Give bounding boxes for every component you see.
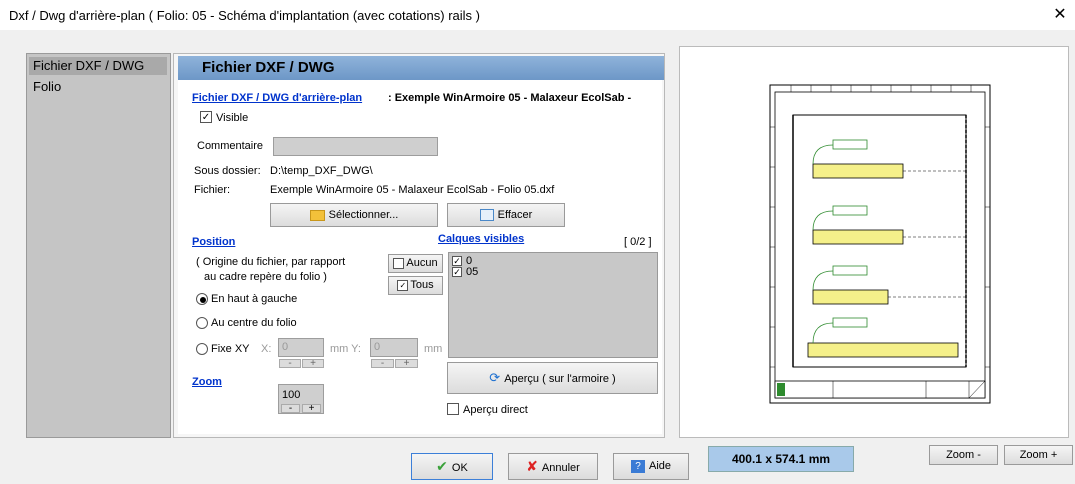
layers-count: [ 0/2 ] (624, 236, 652, 248)
layer-05-checkbox[interactable]: ✓ (452, 267, 462, 277)
folder-icon (309, 209, 325, 221)
zoom-decrement[interactable]: - (281, 404, 300, 414)
rail-3 (812, 265, 966, 305)
x-decrement[interactable]: - (279, 359, 301, 369)
radio-top-left[interactable] (196, 293, 208, 305)
layer-05-label: 05 (466, 266, 479, 278)
y-decrement[interactable]: - (371, 359, 394, 369)
radio-center[interactable] (196, 317, 208, 329)
layers-none-button[interactable]: Aucun (388, 254, 443, 273)
window-title: Dxf / Dwg d'arrière-plan ( Folio: 05 - S… (9, 8, 480, 23)
zoom-minus-button[interactable]: Zoom - (929, 445, 998, 465)
layers-all-label: Tous (410, 279, 434, 291)
border-ticks (770, 85, 990, 368)
file-value: Exemple WinArmoire 05 - Malaxeur EcolSab… (270, 184, 555, 196)
radio-center-label: Au centre du folio (211, 317, 297, 329)
radio-fixed-xy[interactable] (196, 343, 208, 355)
preview-sheet (741, 47, 1016, 436)
layers-none-label: Aucun (406, 257, 438, 269)
eraser-icon (479, 209, 494, 222)
visible-label: Visible (216, 112, 249, 124)
none-checkbox-icon (393, 257, 405, 269)
position-note-2: au cadre repère du folio ) (204, 271, 327, 283)
checkmark-icon: ✔ (436, 458, 448, 474)
ok-button[interactable]: ✔ OK (411, 453, 493, 480)
cancel-button[interactable]: ✘ Annuler (508, 453, 598, 480)
rail-2 (812, 205, 966, 245)
select-file-button[interactable]: Sélectionner... (270, 203, 438, 227)
file-section-link[interactable]: Fichier DXF / DWG d'arrière-plan (192, 92, 362, 104)
panel-header: Fichier DXF / DWG (178, 56, 664, 80)
drawing-preview (769, 84, 991, 404)
help-button[interactable]: ? Aide (613, 453, 689, 480)
ok-label: OK (451, 462, 468, 474)
zoom-input[interactable]: 100 (282, 389, 300, 401)
zoom-plus-button[interactable]: Zoom + (1004, 445, 1073, 465)
layer-0-checkbox[interactable]: ✓ (452, 256, 462, 266)
layers-all-button[interactable]: ✓ Tous (388, 276, 443, 295)
comment-label: Commentaire (197, 140, 264, 152)
zoom-title: Zoom (192, 376, 222, 388)
nav-item-folio[interactable]: Folio (29, 78, 167, 96)
radio-fixed-xy-label: Fixe XY (211, 343, 250, 355)
rail-1 (812, 139, 966, 179)
layers-title: Calques visibles (438, 233, 525, 245)
x-increment[interactable]: + (302, 359, 324, 369)
y-input[interactable]: 0 (370, 338, 418, 357)
layers-list (448, 252, 658, 358)
nav-item-fichier-dxf[interactable]: Fichier DXF / DWG (29, 57, 167, 75)
subfolder-value: D:\temp_DXF_DWG\ (270, 165, 373, 177)
x-label: X: (261, 343, 272, 355)
direct-preview-checkbox[interactable] (447, 403, 459, 415)
position-title: Position (192, 236, 236, 248)
x-input[interactable]: 0 (278, 338, 324, 357)
cancel-label: Annuler (541, 462, 580, 474)
cross-icon: ✘ (526, 458, 538, 474)
left-nav-panel (26, 53, 171, 438)
help-icon: ? (630, 459, 645, 473)
comment-field[interactable] (273, 137, 438, 156)
radio-top-left-label: En haut à gauche (211, 293, 298, 305)
preview-on-cabinet-button[interactable]: ⟳ Aperçu ( sur l'armoire ) (447, 362, 658, 394)
select-file-label: Sélectionner... (328, 209, 399, 221)
clear-file-label: Effacer (497, 209, 533, 221)
all-checkbox-icon: ✓ (397, 279, 409, 291)
close-icon[interactable]: ✕ (1045, 2, 1075, 28)
refresh-icon: ⟳ (489, 370, 501, 385)
rail-4 (807, 317, 959, 358)
preview-on-cabinet-label: Aperçu ( sur l'armoire ) (504, 373, 616, 385)
zoom-increment[interactable]: + (302, 404, 321, 414)
help-label: Aide (648, 460, 672, 472)
clear-file-button[interactable]: Effacer (447, 203, 565, 227)
y-label: mm Y: (330, 343, 361, 355)
y-increment[interactable]: + (395, 359, 418, 369)
title-block-logo (777, 383, 785, 396)
dimensions-display: 400.1 x 574.1 mm (708, 446, 854, 472)
y-unit: mm (424, 343, 443, 355)
subfolder-label: Sous dossier: (194, 165, 261, 177)
direct-preview-label: Aperçu direct (463, 404, 528, 416)
file-section-value: : Exemple WinArmoire 05 - Malaxeur EcolS… (388, 92, 632, 104)
visible-checkbox[interactable]: ✓ (200, 111, 212, 123)
file-label: Fichier: (194, 184, 231, 196)
title-block (774, 380, 986, 399)
position-note-1: ( Origine du fichier, par rapport (196, 256, 346, 268)
